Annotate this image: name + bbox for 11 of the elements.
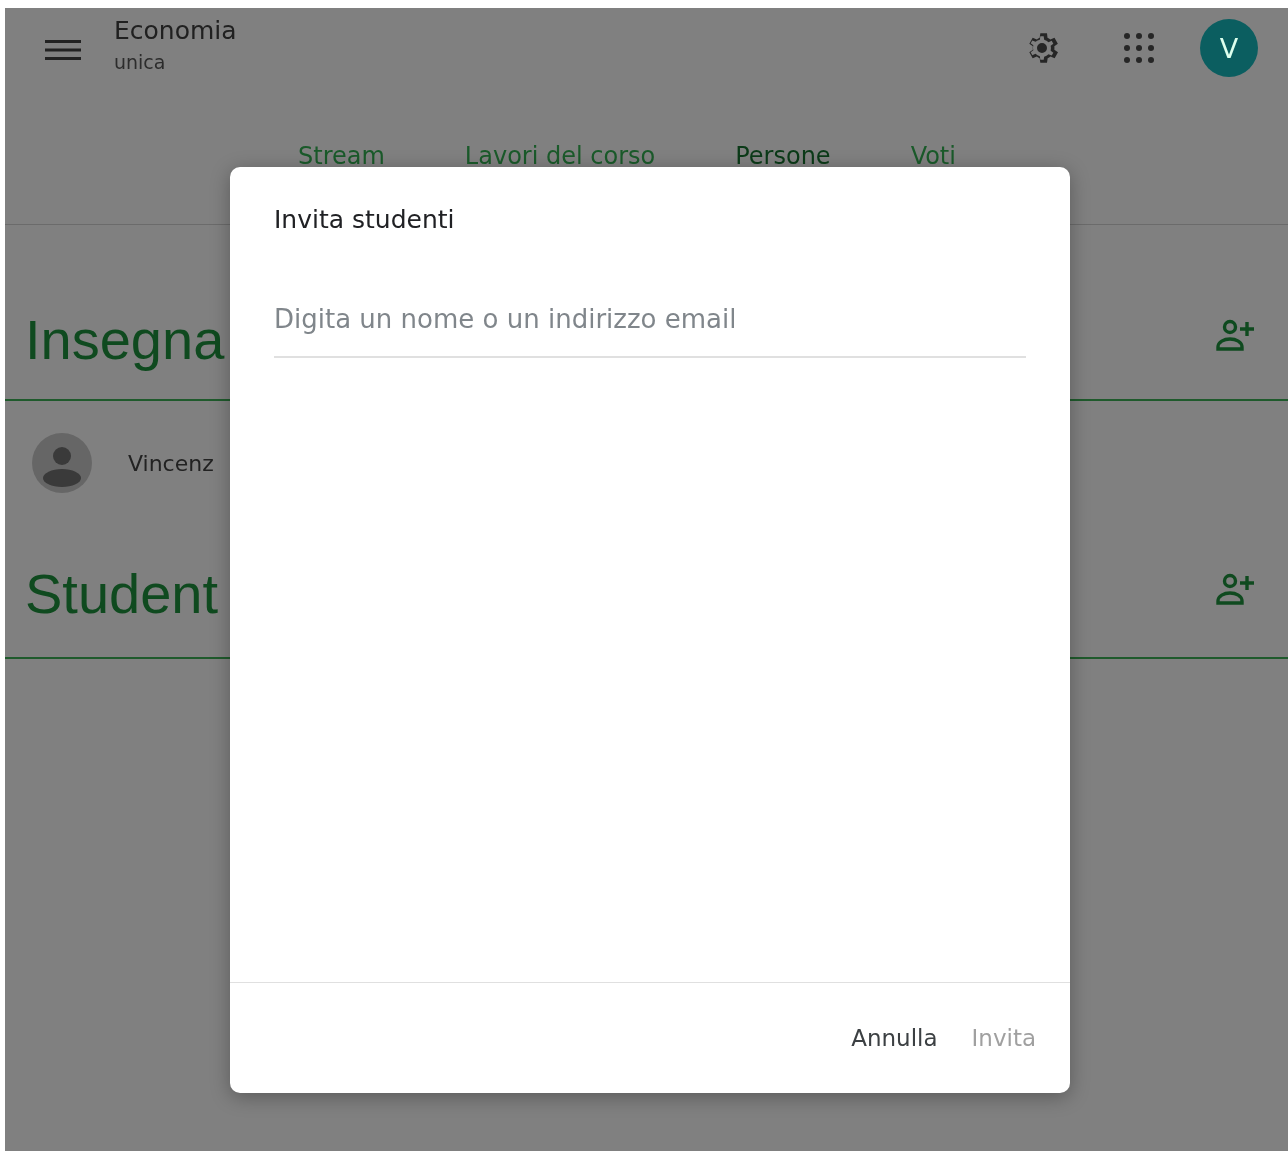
menu-icon[interactable] [45, 38, 81, 62]
dialog-button[interactable]: Annulla [839, 1017, 950, 1059]
section-heading: Insegna [25, 307, 225, 373]
section-heading: Student [25, 561, 219, 627]
dialog-title: Invita studenti [274, 205, 455, 234]
class-title: Economia [114, 16, 237, 45]
apps-grid-icon[interactable] [1123, 32, 1155, 64]
user-avatar-icon [32, 433, 92, 493]
person-name: Vincenz [128, 450, 214, 476]
class-subtitle: unica [114, 51, 167, 73]
account-avatar[interactable]: V [1200, 19, 1258, 77]
